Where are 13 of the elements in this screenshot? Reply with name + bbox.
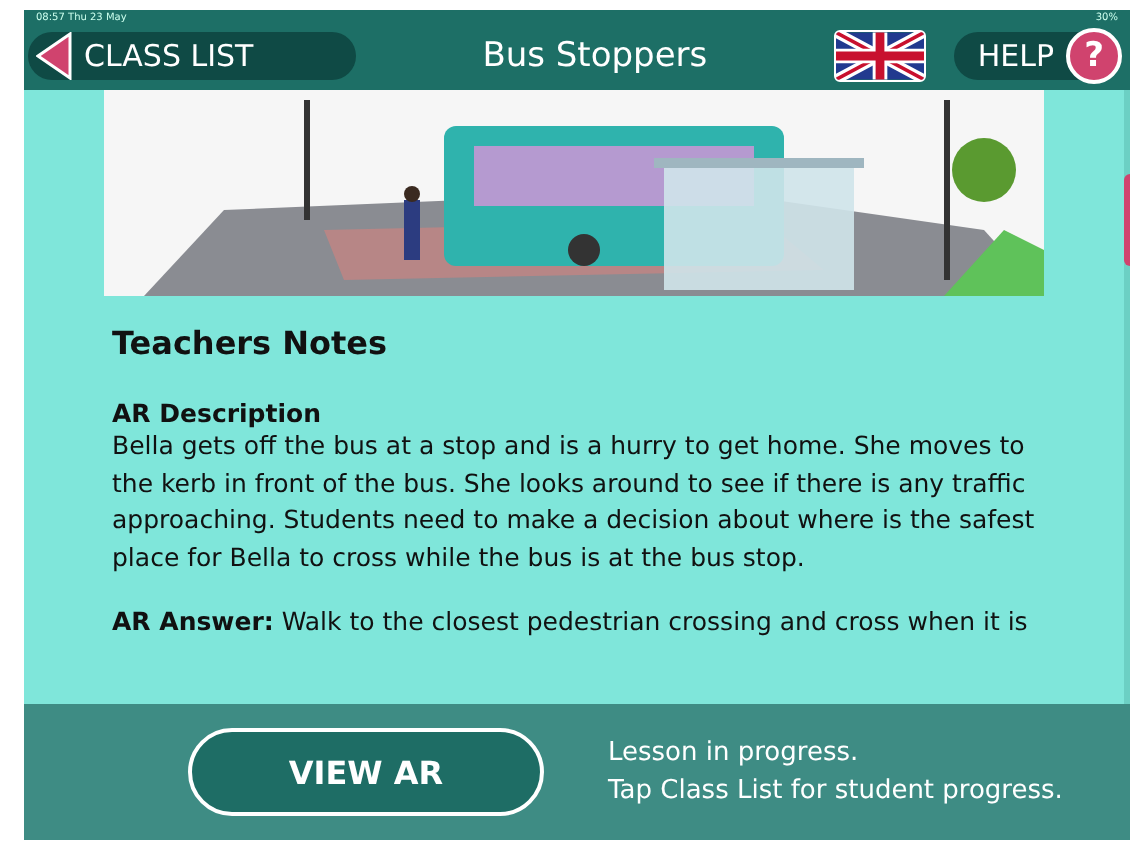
class-list-button[interactable]: CLASS LIST xyxy=(28,32,356,80)
status-message: Lesson in progress. xyxy=(608,736,861,772)
back-icon xyxy=(36,32,72,80)
section-title: AR Description xyxy=(112,398,323,428)
screen-title: Bus Stoppers xyxy=(480,36,710,76)
help-button[interactable]: HELP ? xyxy=(953,32,1122,80)
notes-heading: Teachers Notes xyxy=(112,324,390,362)
flag-icon[interactable] xyxy=(833,30,926,82)
view-ar-button[interactable]: VIEW AR xyxy=(188,728,544,816)
scrollbar[interactable] xyxy=(1124,90,1130,704)
notes-paragraph: AR Answer: Walk to the closest pedestrian crossing and cross when it is xyxy=(112,604,1030,640)
status-message: Tap Class List for student progress. xyxy=(608,774,1063,810)
notes-paragraph: Bella gets off the bus at a stop and is a hurry to get home. She moves to the kerb in front of the bus. She looks around to see if there is any traffic approaching. Students need to make a decision about where is the safest place for Bella to cross while the bus is at the bus stop. xyxy=(112,428,1037,576)
